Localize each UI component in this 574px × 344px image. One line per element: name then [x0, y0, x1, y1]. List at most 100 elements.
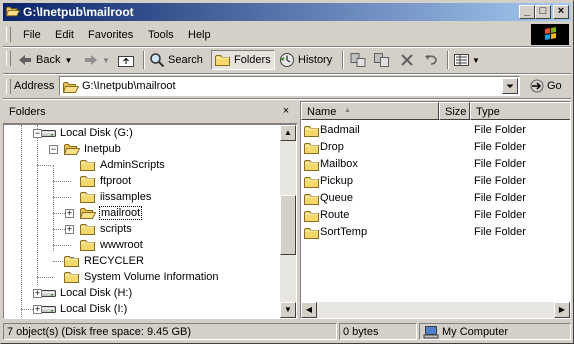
folder-icon: [64, 272, 79, 283]
back-dropdown-icon[interactable]: ▼: [64, 56, 72, 65]
collapse-icon[interactable]: −: [33, 129, 42, 138]
folder-icon: [80, 240, 95, 251]
tree-item-scripts[interactable]: scripts: [80, 221, 133, 237]
scroll-thumb[interactable]: [280, 195, 296, 255]
tree-item-iissamples[interactable]: iissamples: [80, 189, 152, 205]
column-size-label: Size: [445, 106, 467, 118]
address-dropdown-button[interactable]: [502, 78, 518, 94]
file-row[interactable]: Queue File Folder: [303, 190, 570, 207]
folders-pane-title: Folders: [9, 106, 46, 118]
title-bar[interactable]: G:\Inetpub\mailroot _ □ ×: [3, 3, 571, 21]
tree-item-system-volume-information[interactable]: System Volume Information: [64, 269, 220, 285]
file-row[interactable]: SortTemp File Folder: [303, 224, 570, 241]
history-button[interactable]: History: [279, 50, 332, 70]
folder-icon: [304, 160, 319, 171]
column-header-name[interactable]: Name ▲: [301, 102, 439, 120]
address-input[interactable]: G:\Inetpub\mailroot: [59, 76, 520, 96]
file-name: Mailbox: [320, 158, 358, 170]
tree-item-label: mailroot: [99, 206, 143, 220]
tree-item-local-disk-i[interactable]: Local Disk (I:): [40, 301, 128, 317]
close-button[interactable]: ×: [553, 5, 569, 19]
folder-icon: [304, 211, 319, 222]
folder-icon: [80, 192, 95, 203]
tree-item-adminscripts[interactable]: AdminScripts: [80, 157, 166, 173]
tree-item-wwwroot[interactable]: wwwroot: [80, 237, 144, 253]
collapse-icon[interactable]: −: [49, 145, 58, 154]
address-grip[interactable]: [6, 79, 11, 94]
maximize-button[interactable]: □: [535, 5, 551, 19]
delete-icon: [401, 54, 413, 66]
file-name: SortTemp: [320, 226, 368, 238]
status-zone: My Computer: [419, 323, 571, 340]
expand-icon[interactable]: +: [65, 225, 74, 234]
scroll-down-button[interactable]: ▼: [280, 302, 296, 318]
folders-pane-close-button[interactable]: ×: [279, 105, 293, 118]
folders-pane-header: Folders ×: [3, 101, 297, 124]
tree-item-ftproot[interactable]: ftproot: [80, 173, 132, 189]
menu-favorites[interactable]: Favorites: [88, 29, 133, 41]
scroll-right-button[interactable]: ▶: [554, 302, 570, 318]
forward-dropdown-icon[interactable]: ▼: [102, 56, 110, 65]
file-list-pane[interactable]: Name ▲ Size Type Badmail File Folder Dro…: [300, 101, 571, 319]
column-header-size[interactable]: Size: [439, 102, 470, 120]
expand-icon[interactable]: +: [65, 209, 74, 218]
folder-tree-scrollbar[interactable]: ▲ ▼: [280, 125, 296, 318]
tree-item-label: scripts: [100, 223, 132, 235]
tree-item-recycler[interactable]: RECYCLER: [64, 253, 145, 269]
expand-icon[interactable]: +: [33, 289, 42, 298]
back-button[interactable]: Back ▼: [17, 50, 72, 70]
drive-icon: [40, 290, 56, 297]
folder-icon: [304, 194, 319, 205]
tree-item-label: AdminScripts: [100, 159, 165, 171]
tree-item-local-disk-h[interactable]: Local Disk (H:): [40, 285, 133, 301]
views-button[interactable]: ▼: [453, 50, 480, 70]
minimize-button[interactable]: _: [519, 5, 535, 19]
views-icon: [454, 54, 469, 66]
folder-open-icon: [80, 208, 96, 219]
copy-to-button[interactable]: [373, 50, 391, 70]
undo-button[interactable]: [423, 50, 439, 70]
go-button[interactable]: Go: [529, 78, 562, 94]
column-header-type[interactable]: Type: [470, 102, 570, 120]
expand-icon[interactable]: +: [33, 305, 42, 314]
tree-item-local-disk-g[interactable]: Local Disk (G:): [40, 125, 134, 141]
file-row[interactable]: Drop File Folder: [303, 139, 570, 156]
menu-tools[interactable]: Tools: [148, 29, 174, 41]
file-type: File Folder: [474, 209, 526, 221]
folders-button[interactable]: Folders: [211, 50, 275, 70]
file-type: File Folder: [474, 124, 526, 136]
menu-help[interactable]: Help: [188, 29, 211, 41]
tree-item-mailroot[interactable]: mailroot: [80, 205, 143, 221]
back-label: Back: [36, 54, 61, 66]
tree-item-label: Local Disk (H:): [60, 287, 133, 299]
forward-arrow-icon: [85, 55, 97, 65]
history-icon: [280, 53, 294, 67]
file-row[interactable]: Mailbox File Folder: [303, 156, 570, 173]
scroll-up-button[interactable]: ▲: [280, 125, 296, 141]
folder-icon: [80, 224, 95, 235]
delete-button[interactable]: [399, 50, 415, 70]
status-size: 0 bytes: [339, 323, 417, 340]
forward-button[interactable]: ▼: [83, 50, 110, 70]
search-button[interactable]: Search: [149, 50, 203, 70]
toolbar-grip[interactable]: [6, 51, 11, 66]
file-row[interactable]: Route File Folder: [303, 207, 570, 224]
tree-item-inetpub[interactable]: Inetpub: [64, 141, 122, 157]
folder-icon: [80, 160, 95, 171]
menu-file[interactable]: File: [23, 29, 41, 41]
move-to-button[interactable]: [349, 50, 367, 70]
scroll-left-button[interactable]: ◀: [301, 302, 317, 318]
file-type: File Folder: [474, 158, 526, 170]
views-dropdown-icon[interactable]: ▼: [472, 56, 480, 65]
menu-grip[interactable]: [6, 27, 11, 42]
search-icon: [150, 53, 165, 68]
file-row[interactable]: Pickup File Folder: [303, 173, 570, 190]
up-button[interactable]: [117, 50, 135, 70]
column-name-label: Name: [307, 106, 337, 118]
file-row[interactable]: Badmail File Folder: [303, 122, 570, 139]
file-list-hscrollbar[interactable]: ◀ ▶: [301, 302, 570, 318]
folder-tree[interactable]: Local Disk (G:) − Inetpub − AdminScripts…: [3, 124, 297, 319]
column-type-label: Type: [476, 106, 500, 118]
menu-edit[interactable]: Edit: [55, 29, 74, 41]
file-type: File Folder: [474, 226, 526, 238]
